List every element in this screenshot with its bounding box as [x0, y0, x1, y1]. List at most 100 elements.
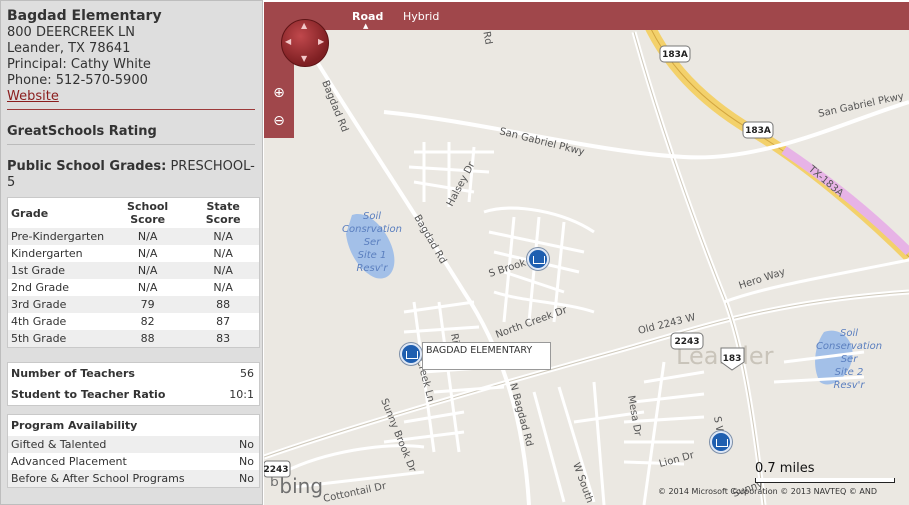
- pan-down-icon[interactable]: ▼: [301, 54, 307, 63]
- address-line-1: 800 DEERCREEK LN: [7, 25, 135, 40]
- grades-label: Public School Grades:: [7, 159, 167, 174]
- school-name: Bagdad Elementary: [7, 8, 162, 24]
- table-row: 5th Grade 88 83: [8, 330, 259, 347]
- divider: [7, 144, 255, 145]
- table-row: Pre-Kindergarten N/A N/A: [8, 228, 259, 245]
- bagdad-elementary-pin[interactable]: [400, 343, 422, 365]
- zoom-out-icon[interactable]: ⊖: [270, 112, 288, 130]
- shield-183a-2: 183A: [745, 126, 771, 136]
- programs-title: Program Availability: [11, 419, 138, 432]
- soil2-line3: Ser: [841, 354, 859, 365]
- table-row: Number of Teachers 56: [8, 363, 259, 384]
- state-score-cell: N/A: [187, 262, 259, 279]
- phone: Phone: 512-570-5900: [7, 73, 148, 88]
- teachers-count: 56: [240, 367, 254, 380]
- shield-2243: 2243: [674, 337, 699, 347]
- table-row: 1st Grade N/A N/A: [8, 262, 259, 279]
- pan-left-icon[interactable]: ◀: [285, 37, 291, 46]
- grade-cell: Pre-Kindergarten: [8, 228, 108, 245]
- teachers-count-label: Number of Teachers: [11, 367, 135, 380]
- grade-cell: 5th Grade: [8, 330, 108, 347]
- pan-right-icon[interactable]: ▶: [318, 37, 324, 46]
- table-row: 3rd Grade 79 88: [8, 296, 259, 313]
- soil1-line4: Site 1: [358, 250, 387, 261]
- table-row: Kindergarten N/A N/A: [8, 245, 259, 262]
- soil2-line1: Soil: [840, 328, 858, 339]
- address-line-2: Leander, TX 78641: [7, 41, 131, 56]
- state-score-cell: N/A: [213, 281, 233, 294]
- header-school-score: School Score: [127, 200, 169, 226]
- table-row: 2nd Grade N/A N/A: [8, 279, 259, 296]
- scale-label: 0.7 miles: [755, 461, 815, 476]
- state-score-cell: N/A: [213, 247, 233, 260]
- teachers-table: Number of Teachers 56 Student to Teacher…: [8, 363, 259, 405]
- table-row: 4th Grade 82 87: [8, 313, 259, 330]
- state-score-cell: 83: [187, 330, 259, 347]
- scores-table: Grade School Score State Score Pre-Kinde…: [8, 198, 259, 347]
- pan-up-icon[interactable]: ▲: [301, 21, 307, 30]
- bing-logo-text: bing: [279, 474, 324, 498]
- state-score-cell: N/A: [187, 228, 259, 245]
- rating-title: GreatSchools Rating: [7, 124, 157, 139]
- ratio-label: Student to Teacher Ratio: [11, 388, 166, 401]
- school-score-cell: 79: [108, 296, 188, 313]
- grade-cell: 3rd Grade: [8, 296, 108, 313]
- grade-cell: 4th Grade: [11, 315, 67, 328]
- ratio-value: 10:1: [229, 388, 254, 401]
- programs-table: Program Availability Gifted & Talented N…: [8, 415, 259, 487]
- grade-cell: 2nd Grade: [11, 281, 69, 294]
- teachers-box: Number of Teachers 56 Student to Teacher…: [7, 362, 260, 406]
- state-score-cell: 87: [216, 315, 231, 328]
- map-view[interactable]: Bagdad Rd Bagdad Rd N Bagdad Rd San Gabr…: [264, 2, 909, 505]
- table-row: Student to Teacher Ratio 10:1: [8, 384, 259, 405]
- soil2-line5: Resv'r: [833, 380, 865, 391]
- scale-bar: [755, 478, 895, 483]
- programs-box: Program Availability Gifted & Talented N…: [7, 414, 260, 488]
- state-score-cell: 88: [187, 296, 259, 313]
- soil2-line2: Conservation: [816, 341, 882, 352]
- map-copyright: © 2014 Microsoft Corporation © 2013 NAVT…: [658, 487, 877, 496]
- table-row: Advanced Placement No: [8, 453, 259, 470]
- school-score-cell: N/A: [137, 281, 158, 294]
- table-row: Gifted & Talented No: [8, 436, 259, 453]
- soil1-line5: Resv'r: [356, 263, 388, 274]
- shield-183a-1: 183A: [662, 50, 688, 60]
- table-row: Before & After School Programs No: [8, 470, 259, 487]
- map-canvas[interactable]: Bagdad Rd Bagdad Rd N Bagdad Rd San Gabr…: [264, 2, 909, 505]
- bing-logo: ᵇbing: [270, 474, 323, 499]
- hybrid-mode-button[interactable]: Hybrid: [403, 10, 439, 23]
- school-callout[interactable]: BAGDAD ELEMENTARY: [422, 342, 551, 370]
- soil1-line3: Ser: [364, 237, 382, 248]
- school-pin[interactable]: [710, 431, 732, 453]
- principal: Principal: Cathy White: [7, 57, 151, 72]
- program-name: Gifted & Talented: [8, 436, 231, 453]
- shield-183: 183: [723, 354, 742, 364]
- grade-cell: Kindergarten: [11, 247, 83, 260]
- school-pin[interactable]: [527, 248, 549, 270]
- bing-b-icon: ᵇ: [270, 474, 280, 499]
- program-name: Advanced Placement: [11, 455, 127, 468]
- soil1-line1: Soil: [363, 211, 381, 222]
- soil2-line4: Site 2: [835, 367, 864, 378]
- program-value: No: [239, 455, 254, 468]
- school-info-panel: Bagdad Elementary 800 DEERCREEK LN Leand…: [0, 0, 263, 505]
- program-value: No: [230, 436, 259, 453]
- zoom-in-icon[interactable]: ⊕: [270, 84, 288, 102]
- pan-control[interactable]: ▲ ▼ ◀ ▶: [281, 19, 329, 67]
- school-score-cell: N/A: [108, 262, 188, 279]
- divider: [7, 109, 255, 110]
- active-mode-indicator: ▲: [363, 22, 369, 30]
- grades-range: Public School Grades: PRESCHOOL-5: [7, 159, 258, 191]
- program-value: No: [230, 470, 259, 487]
- school-score-cell: N/A: [108, 228, 188, 245]
- header-state-score: State Score: [205, 200, 241, 226]
- header-grade: Grade: [11, 206, 49, 220]
- program-name: Before & After School Programs: [8, 470, 231, 487]
- school-score-cell: N/A: [137, 247, 158, 260]
- scores-table-box: Grade School Score State Score Pre-Kinde…: [7, 197, 260, 348]
- school-score-cell: 82: [140, 315, 155, 328]
- grade-cell: 1st Grade: [8, 262, 108, 279]
- website-link[interactable]: Website: [7, 89, 59, 104]
- soil1-line2: Consrvation: [342, 224, 402, 235]
- school-score-cell: 88: [108, 330, 188, 347]
